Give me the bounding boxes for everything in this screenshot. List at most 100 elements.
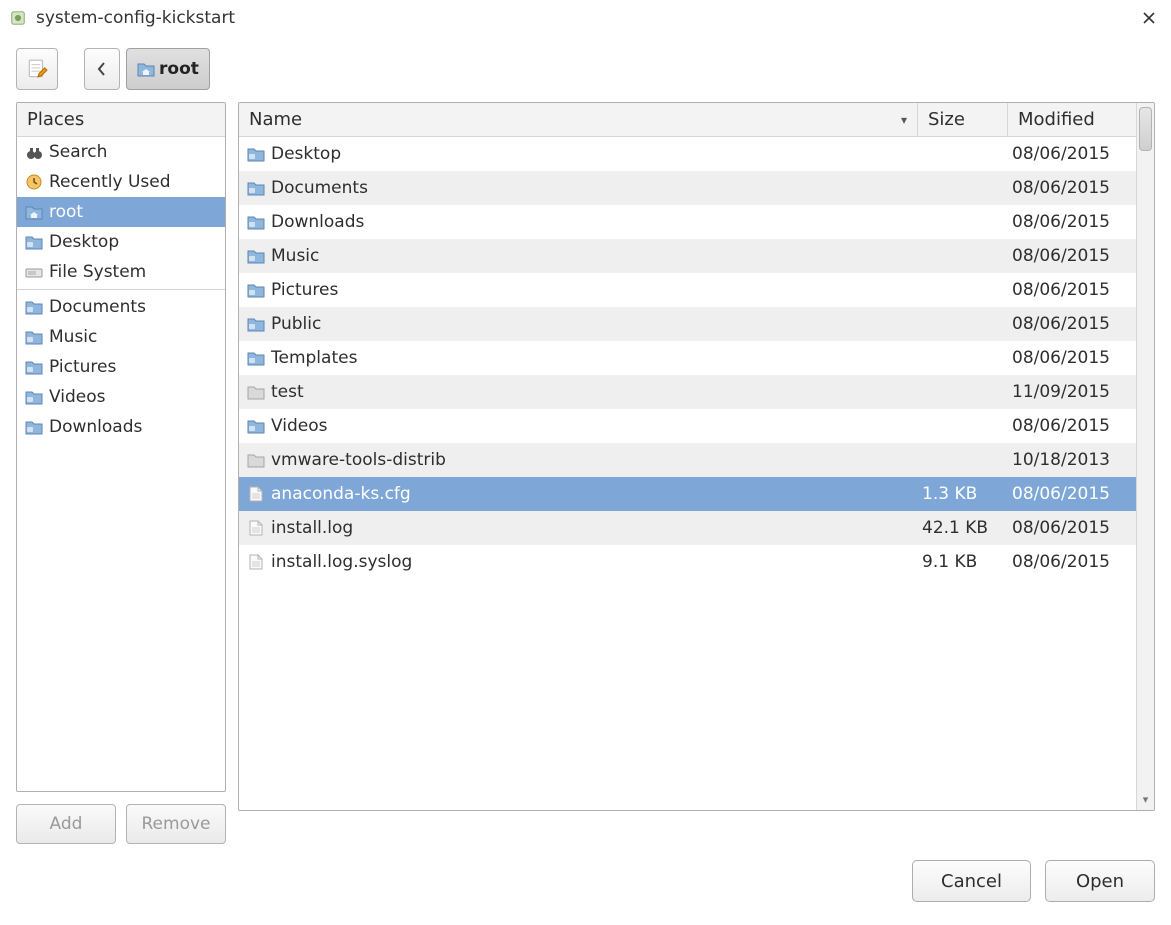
folder-icon: [247, 281, 265, 299]
file-row[interactable]: Public08/06/2015: [239, 307, 1136, 341]
folder-icon: [25, 418, 43, 436]
window-title: system-config-kickstart: [36, 8, 1137, 28]
file-name: Music: [271, 246, 319, 266]
remove-label: Remove: [142, 814, 211, 834]
file-name: install.log.syslog: [271, 552, 412, 572]
file-name: install.log: [271, 518, 353, 538]
file-name: vmware-tools-distrib: [271, 450, 446, 470]
file-row[interactable]: Downloads08/06/2015: [239, 205, 1136, 239]
places-bookmark[interactable]: Pictures: [17, 352, 225, 382]
column-header-size[interactable]: Size: [918, 103, 1008, 136]
column-header-name[interactable]: Name ▾: [239, 103, 918, 136]
file-row[interactable]: Music08/06/2015: [239, 239, 1136, 273]
path-back-button[interactable]: [84, 48, 120, 90]
places-item[interactable]: Recently Used: [17, 167, 225, 197]
file-row[interactable]: Videos 08/06/2015: [239, 409, 1136, 443]
places-add-button[interactable]: Add: [16, 804, 116, 844]
file-modified: 08/06/2015: [1012, 212, 1110, 232]
file-name: Documents: [271, 178, 368, 198]
file-row[interactable]: Desktop08/06/2015: [239, 137, 1136, 171]
breadcrumb-label: root: [159, 59, 199, 79]
places-item-label: Music: [49, 327, 97, 347]
file-modified: 08/06/2015: [1012, 348, 1110, 368]
places-item-label: File System: [49, 262, 146, 282]
file-modified: 08/06/2015: [1012, 484, 1110, 504]
add-label: Add: [50, 814, 83, 834]
scrollbar-thumb[interactable]: [1139, 107, 1152, 151]
file-name: test: [271, 382, 304, 402]
folder-icon: [25, 233, 43, 251]
file-icon: [247, 485, 265, 503]
places-item-label: Pictures: [49, 357, 116, 377]
folder-icon: [25, 328, 43, 346]
file-row[interactable]: vmware-tools-distrib 10/18/2013: [239, 443, 1136, 477]
file-modified: 08/06/2015: [1012, 178, 1110, 198]
home-icon: [137, 60, 155, 78]
cancel-button[interactable]: Cancel: [912, 860, 1031, 902]
places-item-label: Recently Used: [49, 172, 171, 192]
file-row[interactable]: anaconda-ks.cfg 1.3 KB 08/06/2015: [239, 477, 1136, 511]
file-modified: 08/06/2015: [1012, 416, 1110, 436]
file-name: Public: [271, 314, 321, 334]
file-modified: 08/06/2015: [1012, 280, 1110, 300]
file-row[interactable]: Templates 08/06/2015: [239, 341, 1136, 375]
places-item-label: Documents: [49, 297, 146, 317]
home-icon: [25, 203, 43, 221]
file-row[interactable]: install.log.syslog 9.1 KB 08/06/2015: [239, 545, 1136, 579]
folder-icon: [247, 145, 265, 163]
file-row[interactable]: test 11/09/2015: [239, 375, 1136, 409]
file-icon: [247, 519, 265, 537]
places-bookmark[interactable]: Documents: [17, 292, 225, 322]
open-button[interactable]: Open: [1045, 860, 1155, 902]
file-size: 9.1 KB: [922, 552, 977, 572]
breadcrumb-root[interactable]: root: [126, 48, 210, 90]
file-name: Pictures: [271, 280, 338, 300]
file-row[interactable]: install.log42.1 KB08/06/2015: [239, 511, 1136, 545]
chevron-left-icon: [97, 62, 107, 76]
chevron-down-icon: ▾: [901, 113, 907, 127]
scrollbar-down-icon: ▾: [1139, 790, 1152, 808]
file-modified: 08/06/2015: [1012, 518, 1110, 538]
folder-icon: [247, 417, 265, 435]
recent-icon: [25, 173, 43, 191]
edit-icon: [26, 58, 48, 80]
places-item[interactable]: File System: [17, 257, 225, 287]
places-item-label: Desktop: [49, 232, 119, 252]
edit-location-button[interactable]: [16, 48, 58, 90]
app-icon: [10, 10, 26, 26]
places-item-label: Videos: [49, 387, 106, 407]
folder-icon: [25, 388, 43, 406]
folder-icon: [247, 349, 265, 367]
folder-icon: [247, 179, 265, 197]
file-modified: 08/06/2015: [1012, 552, 1110, 572]
folder-icon: [25, 298, 43, 316]
places-remove-button[interactable]: Remove: [126, 804, 226, 844]
window-close-button[interactable]: [1137, 6, 1161, 30]
places-panel: Places SearchRecently UsedrootDesktopFil…: [16, 102, 226, 792]
file-icon: [247, 553, 265, 571]
places-bookmark[interactable]: Music: [17, 322, 225, 352]
file-name: Templates: [271, 348, 357, 368]
file-name: anaconda-ks.cfg: [271, 484, 411, 504]
file-modified: 10/18/2013: [1012, 450, 1110, 470]
file-list-scrollbar[interactable]: ▾: [1136, 103, 1154, 810]
places-bookmark[interactable]: Downloads: [17, 412, 225, 442]
file-row[interactable]: Pictures 08/06/2015: [239, 273, 1136, 307]
folder-icon: [247, 315, 265, 333]
folder-icon: [247, 213, 265, 231]
file-row[interactable]: Documents 08/06/2015: [239, 171, 1136, 205]
places-item[interactable]: root: [17, 197, 225, 227]
places-item-label: Downloads: [49, 417, 142, 437]
places-bookmark[interactable]: Videos: [17, 382, 225, 412]
file-list-header: Name ▾ Size Modified: [239, 103, 1136, 137]
file-modified: 11/09/2015: [1012, 382, 1110, 402]
column-header-modified[interactable]: Modified: [1008, 103, 1136, 136]
places-item[interactable]: Search: [17, 137, 225, 167]
folder-icon: [25, 358, 43, 376]
folder-plain-icon: [247, 451, 265, 469]
places-item[interactable]: Desktop: [17, 227, 225, 257]
drive-icon: [25, 263, 43, 281]
file-name: Videos: [271, 416, 328, 436]
file-size: 1.3 KB: [922, 484, 977, 504]
folder-icon: [247, 247, 265, 265]
